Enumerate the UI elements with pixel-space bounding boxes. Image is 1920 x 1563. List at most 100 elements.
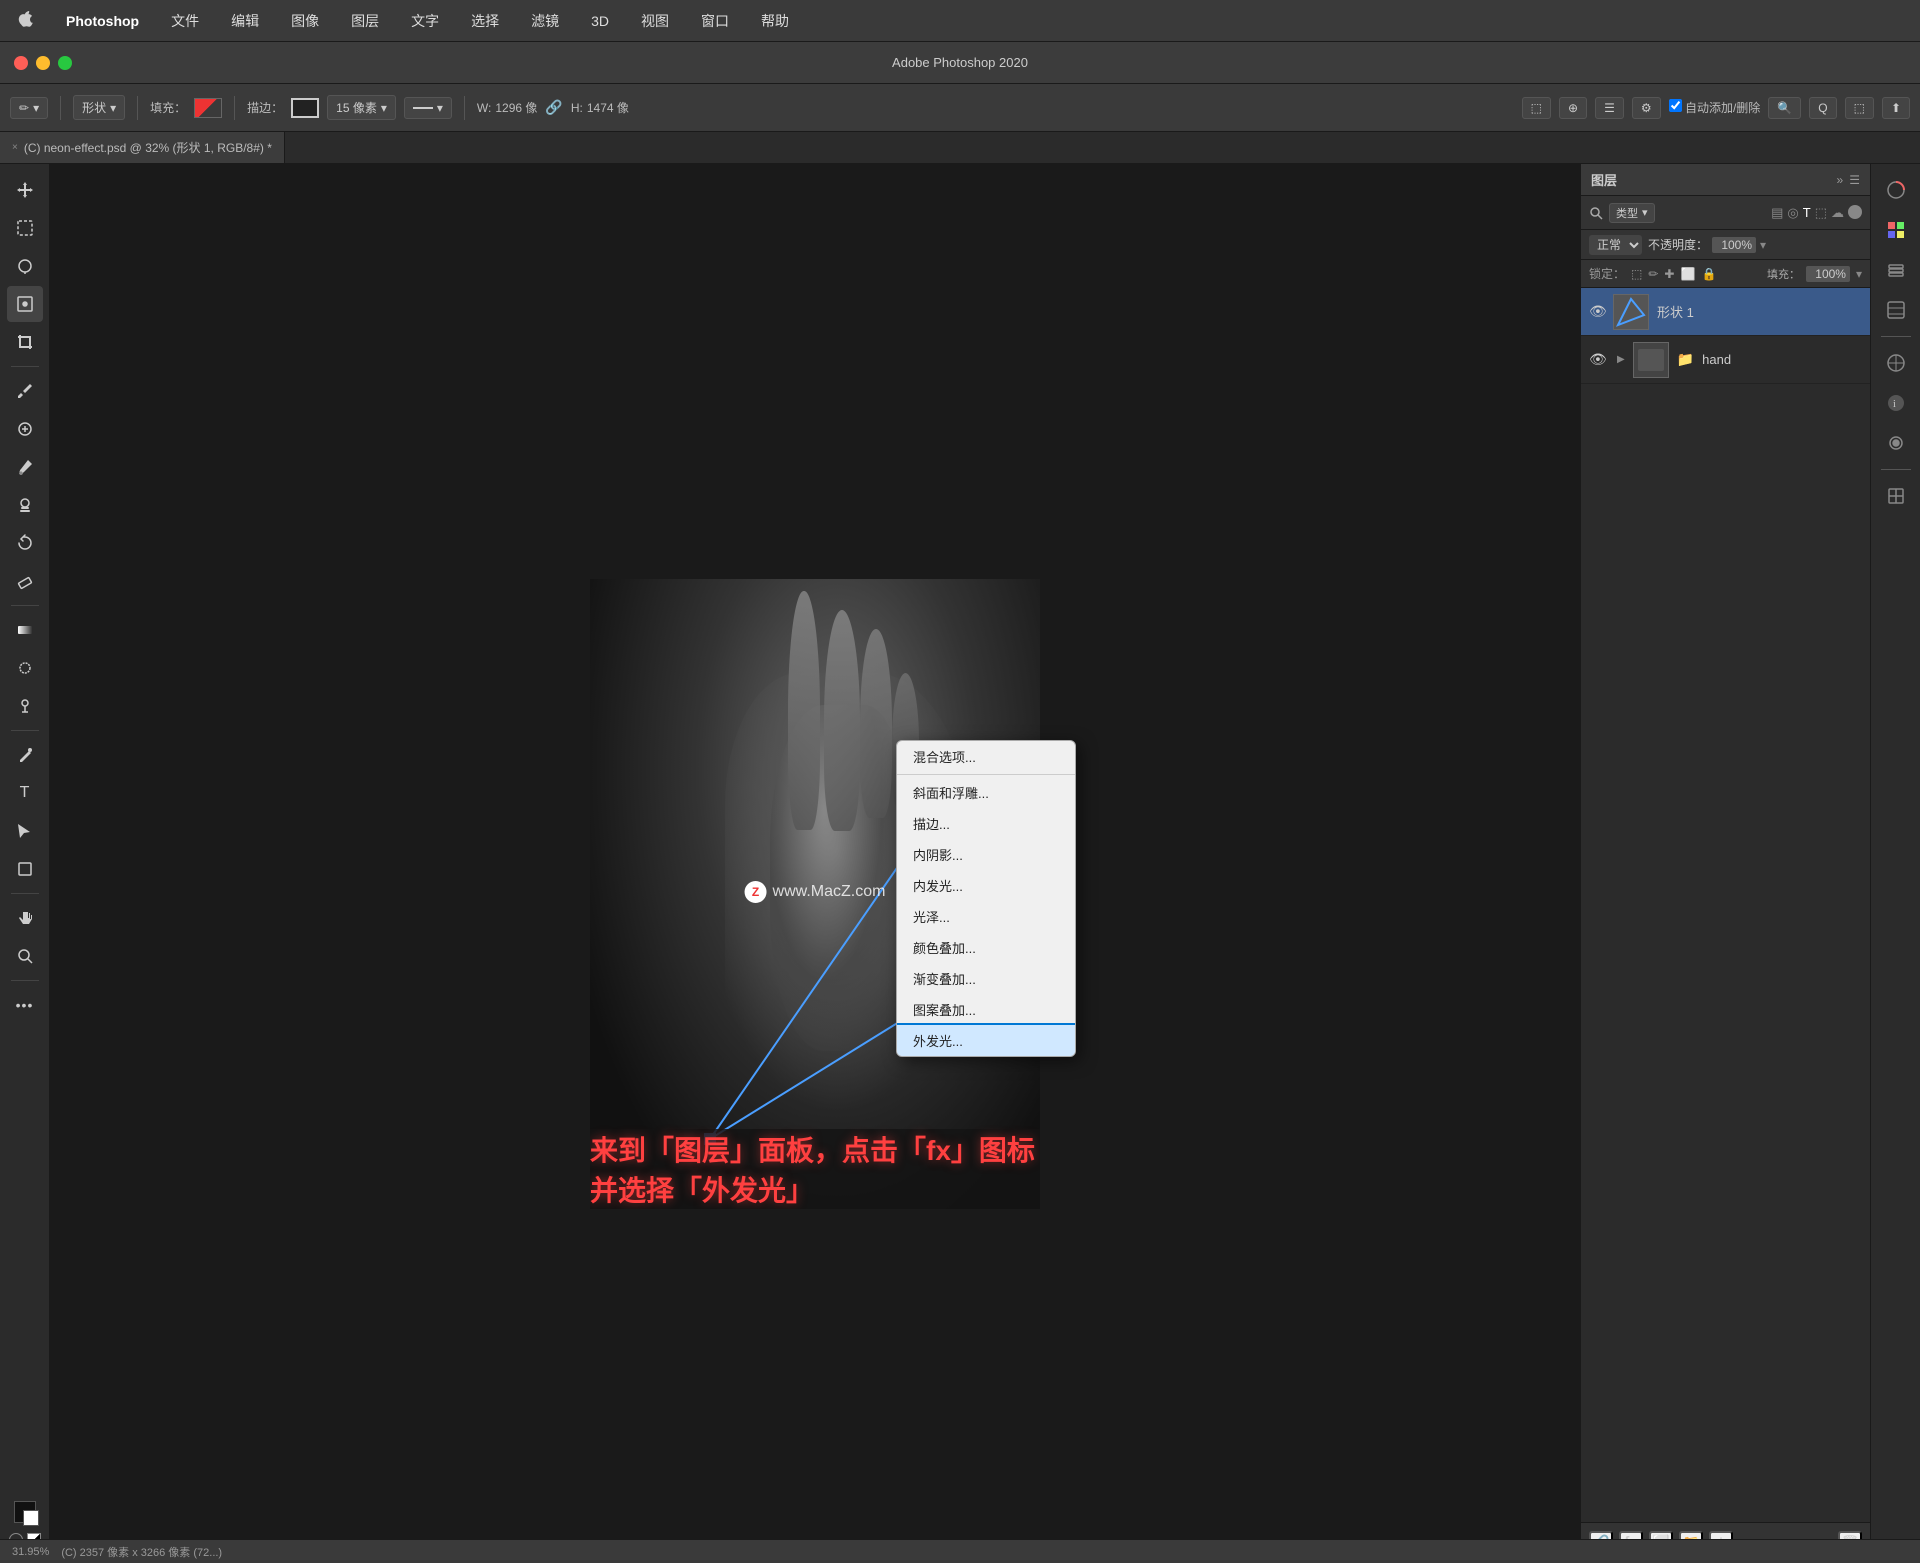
panel-menu-icon[interactable]: ☰ <box>1849 173 1860 187</box>
stroke-style-button[interactable]: ▾ <box>404 97 452 119</box>
menu-3d[interactable]: 3D <box>585 11 615 31</box>
ctx-bevel-emboss[interactable]: 斜面和浮雕... <box>897 777 1075 808</box>
panel-expand-icon[interactable]: » <box>1837 173 1844 187</box>
stroke-swatch[interactable] <box>291 98 319 118</box>
blend-mode-select[interactable]: 正常 <box>1589 235 1642 255</box>
fill-swatch[interactable] <box>194 98 222 118</box>
channels-icon[interactable] <box>1878 292 1914 328</box>
ctx-inner-shadow[interactable]: 内阴影... <box>897 839 1075 870</box>
apple-menu[interactable] <box>12 9 40 32</box>
layer-item-shape1[interactable]: 👁 形状 1 <box>1581 288 1870 336</box>
adjustments-icon[interactable] <box>1878 345 1914 381</box>
layer-visibility-icon-shape1[interactable]: 👁 <box>1589 303 1605 320</box>
shape-mode-button[interactable]: 形状 ▾ <box>73 95 125 120</box>
ctx-satin[interactable]: 光泽... <box>897 901 1075 932</box>
spot-healing-tool[interactable] <box>7 411 43 447</box>
path-selection-tool[interactable] <box>7 813 43 849</box>
tab-close-icon[interactable]: × <box>12 142 18 153</box>
filter-on-toggle[interactable] <box>1848 205 1862 219</box>
more-tools-button[interactable]: ••• <box>7 987 43 1023</box>
hand-tool[interactable] <box>7 900 43 936</box>
filter-type-button[interactable]: 类型 ▾ <box>1609 203 1655 223</box>
canvas-area[interactable]: Z www.MacZ.com 来到「图层」面板，点击「fx」图标并选择「外发光」 <box>50 164 1580 1563</box>
color-panel-icon[interactable] <box>1878 172 1914 208</box>
lock-artboard-icon[interactable]: ⬜ <box>1680 267 1695 281</box>
filter-adjustment-icon[interactable]: ◎ <box>1787 205 1798 221</box>
type-tool[interactable]: T <box>7 775 43 811</box>
marquee-tool[interactable] <box>7 210 43 246</box>
share-button[interactable]: ⬆ <box>1882 97 1910 119</box>
menu-layer[interactable]: 图层 <box>345 9 385 33</box>
properties-icon[interactable]: i <box>1878 385 1914 421</box>
dodge-tool[interactable] <box>7 688 43 724</box>
ctx-inner-glow[interactable]: 内发光... <box>897 870 1075 901</box>
lock-all-icon[interactable]: 🔒 <box>1701 267 1716 281</box>
move-tool[interactable] <box>7 172 43 208</box>
menu-photoshop[interactable]: Photoshop <box>60 11 145 31</box>
workspace-button[interactable]: ⬚ <box>1845 97 1874 119</box>
swatches-panel-icon[interactable] <box>1878 212 1914 248</box>
close-button[interactable] <box>14 56 28 70</box>
eraser-tool[interactable] <box>7 563 43 599</box>
settings-button[interactable]: ⚙ <box>1632 97 1661 119</box>
menu-view[interactable]: 视图 <box>635 9 675 33</box>
object-selection-tool[interactable] <box>7 286 43 322</box>
ctx-outer-glow[interactable]: 外发光... <box>897 1025 1075 1056</box>
minimize-button[interactable] <box>36 56 50 70</box>
filter-pixel-icon[interactable]: ▤ <box>1771 205 1783 221</box>
blur-tool[interactable] <box>7 650 43 686</box>
history-brush-tool[interactable] <box>7 525 43 561</box>
ctx-pattern-overlay[interactable]: 图案叠加... <box>897 994 1075 1025</box>
layers-icon[interactable] <box>1878 252 1914 288</box>
lasso-tool[interactable] <box>7 248 43 284</box>
foreground-color[interactable] <box>14 1501 36 1523</box>
menu-window[interactable]: 窗口 <box>695 9 735 33</box>
auto-add-delete-checkbox[interactable] <box>1669 99 1682 112</box>
lock-transparent-icon[interactable]: ⬚ <box>1631 267 1642 281</box>
eyedropper-tool[interactable] <box>7 373 43 409</box>
layer-item-hand[interactable]: 👁 ▶ 📁 hand <box>1581 336 1870 384</box>
menu-text[interactable]: 文字 <box>405 9 445 33</box>
fill-input[interactable] <box>1806 266 1850 282</box>
brush-preset-icon[interactable] <box>1878 425 1914 461</box>
crop-tool[interactable] <box>7 324 43 360</box>
stroke-size-button[interactable]: 15 像素 ▾ <box>327 95 396 120</box>
opacity-input[interactable]: 100% <box>1712 237 1756 253</box>
fill-arrow[interactable]: ▾ <box>1856 267 1862 281</box>
ctx-gradient-overlay[interactable]: 渐变叠加... <box>897 963 1075 994</box>
lock-image-icon[interactable]: ✏ <box>1648 267 1658 281</box>
background-color[interactable] <box>23 1510 39 1526</box>
filter-shape-icon[interactable]: ⬚ <box>1815 205 1827 221</box>
menu-filter[interactable]: 滤镜 <box>525 9 565 33</box>
ctx-blend-options[interactable]: 混合选项... <box>897 741 1075 772</box>
pen-tool[interactable] <box>7 737 43 773</box>
transform-button[interactable]: ⬚ <box>1522 97 1551 119</box>
search-button[interactable]: 🔍 <box>1768 97 1801 119</box>
tool-mode-button[interactable]: ✏ ▾ <box>10 97 48 119</box>
transform-controls-icon[interactable] <box>1878 478 1914 514</box>
menu-select[interactable]: 选择 <box>465 9 505 33</box>
filter-smart-icon[interactable]: ☁ <box>1831 205 1844 221</box>
maximize-button[interactable] <box>58 56 72 70</box>
ctx-stroke[interactable]: 描边... <box>897 808 1075 839</box>
gradient-tool[interactable] <box>7 612 43 648</box>
menu-edit[interactable]: 编辑 <box>225 9 265 33</box>
menu-image[interactable]: 图像 <box>285 9 325 33</box>
filter-type-text-icon[interactable]: T <box>1803 205 1811 221</box>
zoom-tool[interactable] <box>7 938 43 974</box>
shape-tool[interactable] <box>7 851 43 887</box>
ctx-color-overlay[interactable]: 颜色叠加... <box>897 932 1075 963</box>
menu-help[interactable]: 帮助 <box>755 9 795 33</box>
link-icon[interactable]: 🔗 <box>545 99 562 116</box>
stamp-tool[interactable] <box>7 487 43 523</box>
menu-file[interactable]: 文件 <box>165 9 205 33</box>
align-button[interactable]: ☰ <box>1595 97 1624 119</box>
brush-tool[interactable] <box>7 449 43 485</box>
opacity-arrow[interactable]: ▾ <box>1760 238 1766 252</box>
lock-position-icon[interactable]: ✚ <box>1664 267 1674 281</box>
layer-visibility-icon-hand[interactable]: 👁 <box>1589 351 1605 368</box>
document-tab[interactable]: × (C) neon-effect.psd @ 32% (形状 1, RGB/8… <box>0 132 285 163</box>
panel-toggle-button[interactable]: Q <box>1809 97 1836 119</box>
layer-expand-icon-hand[interactable]: ▶ <box>1617 354 1625 365</box>
warp-button[interactable]: ⊕ <box>1559 97 1587 119</box>
